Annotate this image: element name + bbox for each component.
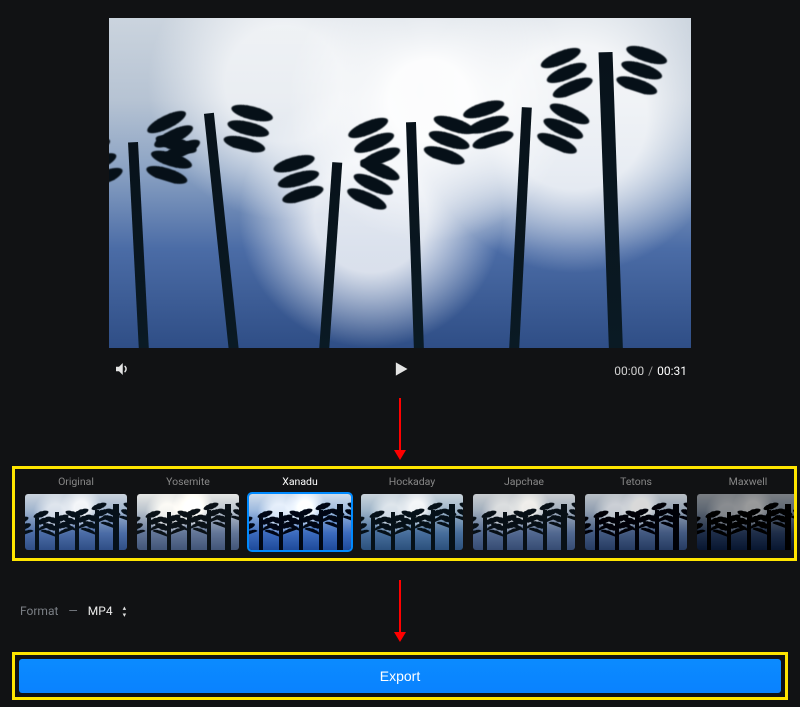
- volume-icon[interactable]: [113, 360, 131, 382]
- current-time: 00:00: [614, 364, 644, 378]
- filter-maxwell[interactable]: Maxwell: [697, 475, 797, 550]
- filter-yosemite[interactable]: Yosemite: [137, 475, 239, 550]
- filter-thumbnail: [697, 494, 797, 550]
- play-icon[interactable]: [390, 359, 410, 383]
- filter-label: Xanadu: [282, 475, 318, 488]
- filter-thumbnail: [585, 494, 687, 550]
- filter-thumbnail: [361, 494, 463, 550]
- filter-thumbnail: [137, 494, 239, 550]
- filter-xanadu[interactable]: Xanadu: [249, 475, 351, 550]
- annotation-arrow-icon: [394, 580, 406, 642]
- filter-label: Yosemite: [166, 475, 210, 488]
- chevron-down-icon: ▾: [123, 612, 127, 618]
- format-dash: —: [68, 604, 77, 618]
- format-stepper[interactable]: ▴ ▾: [123, 605, 127, 618]
- filter-label: Hockaday: [389, 475, 436, 488]
- filter-label: Maxwell: [729, 475, 768, 488]
- duration: 00:31: [657, 364, 687, 378]
- filter-thumbnail: [249, 494, 351, 550]
- filter-label: Japchae: [504, 475, 544, 488]
- filter-label: Tetons: [620, 475, 652, 488]
- format-value[interactable]: MP4: [88, 604, 113, 618]
- video-player: 00:00 / 00:31: [0, 0, 800, 382]
- player-controls: 00:00 / 00:31: [109, 348, 691, 382]
- time-display: 00:00 / 00:31: [614, 364, 687, 378]
- chevron-up-icon: ▴: [123, 605, 127, 611]
- time-separator: /: [648, 364, 653, 378]
- format-label: Format: [20, 604, 58, 618]
- filters-strip: Original Yosemite Xanadu Hockaday Japchae Tet…: [12, 466, 797, 561]
- format-row: Format — MP4 ▴ ▾: [20, 604, 126, 618]
- filter-thumbnail: [473, 494, 575, 550]
- export-button[interactable]: Export: [19, 659, 781, 693]
- filter-hockaday[interactable]: Hockaday: [361, 475, 463, 550]
- annotation-arrow-icon: [394, 398, 406, 460]
- filter-original[interactable]: Original: [25, 475, 127, 550]
- video-canvas[interactable]: [109, 18, 691, 348]
- video-content-image: [109, 18, 691, 348]
- export-highlight: Export: [12, 652, 788, 700]
- filter-tetons[interactable]: Tetons: [585, 475, 687, 550]
- filter-japchae[interactable]: Japchae: [473, 475, 575, 550]
- filter-thumbnail: [25, 494, 127, 550]
- filter-label: Original: [58, 475, 94, 488]
